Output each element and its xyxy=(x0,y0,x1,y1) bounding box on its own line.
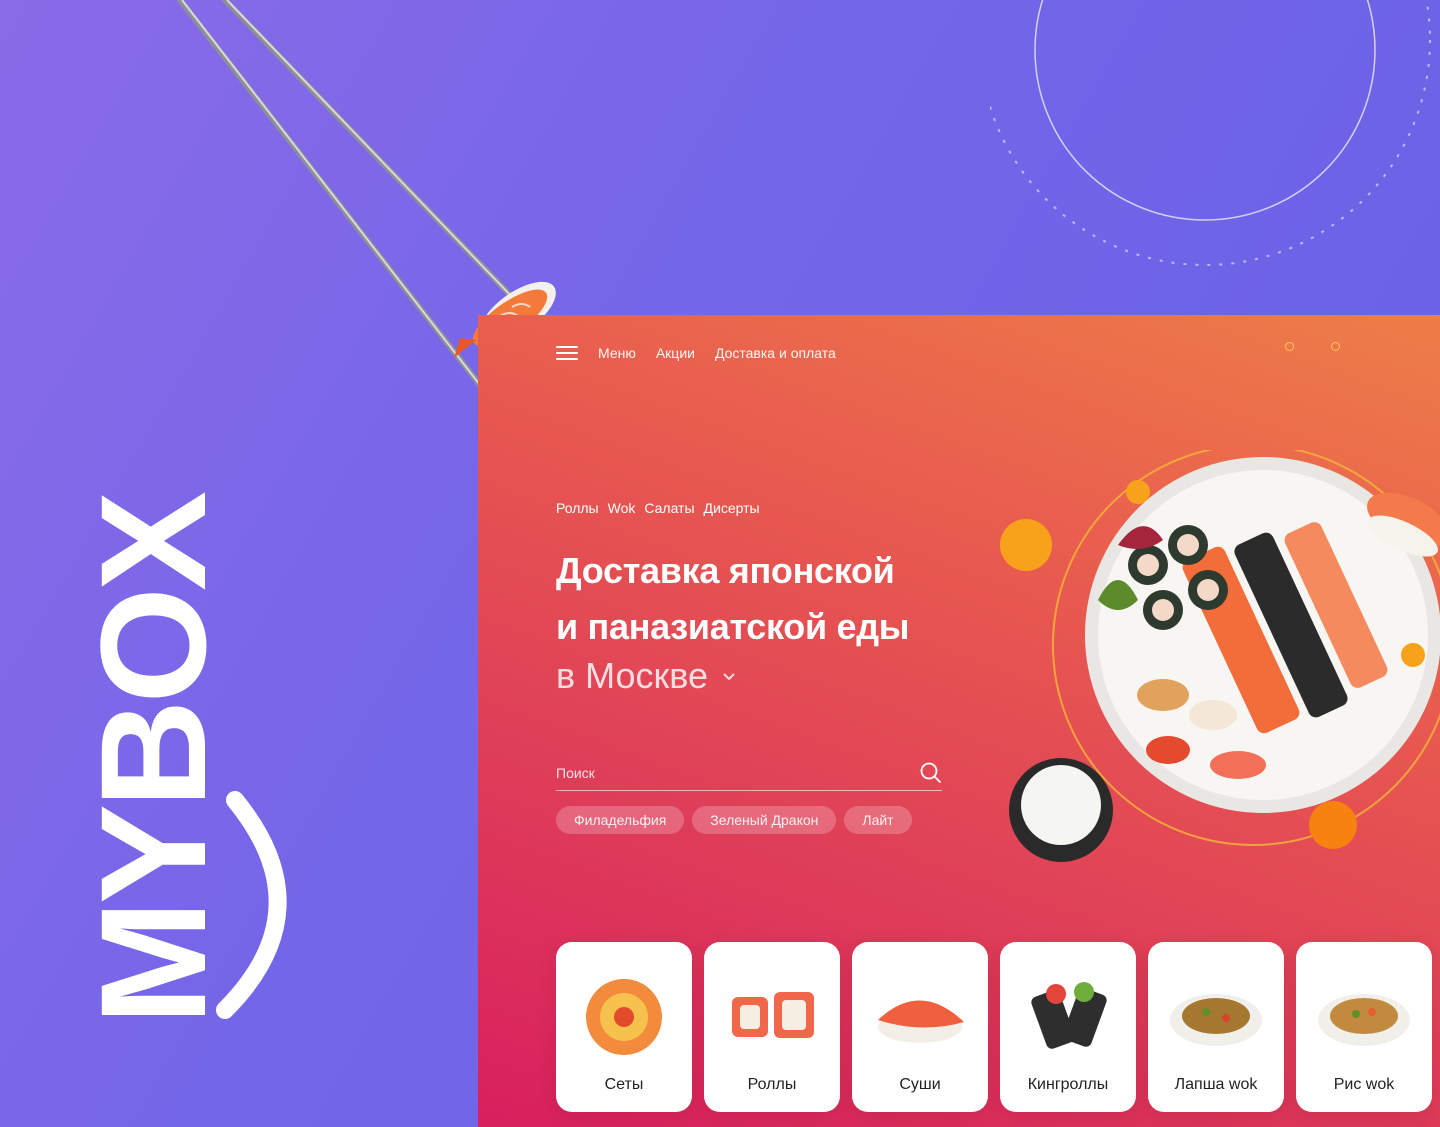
category-card-rolls[interactable]: Роллы xyxy=(704,942,840,1112)
nigiri-icon xyxy=(878,1000,964,1043)
category-card-rice-wok[interactable]: Рис wok xyxy=(1296,942,1432,1112)
category-card-sets[interactable]: Сеты xyxy=(556,942,692,1112)
category-link-rolls[interactable]: Роллы xyxy=(556,500,599,516)
search-bar xyxy=(556,755,942,791)
category-card-label: Рис wok xyxy=(1333,1076,1395,1093)
category-card-kingrolls[interactable]: Кингроллы xyxy=(1000,942,1136,1112)
category-card-label: Суши xyxy=(899,1076,941,1093)
nav-item-delivery[interactable]: Доставка и оплата xyxy=(715,345,836,361)
hamburger-menu-icon[interactable] xyxy=(556,346,578,360)
suggestion-chip[interactable]: Зеленый Дракон xyxy=(692,806,837,834)
category-card-label: Роллы xyxy=(747,1076,797,1093)
category-link-desserts[interactable]: Дисерты xyxy=(704,500,760,516)
category-links: Роллы Wok Салаты Дисерты xyxy=(556,500,760,516)
nav-item-promotions[interactable]: Акции xyxy=(656,345,695,361)
website-preview: Меню Акции Доставка и оплата Роллы Wok С… xyxy=(478,315,1440,1127)
hero-title-line-2: и паназиатской еды xyxy=(556,606,910,647)
sushi-set-icon xyxy=(586,979,662,1055)
mybox-logo: MYBOX xyxy=(69,492,287,1025)
hero-title-line-1: Доставка японской xyxy=(556,550,895,591)
suggestion-chip[interactable]: Лайт xyxy=(844,806,912,834)
search-suggestions: Филадельфия Зеленый Дракон Лайт xyxy=(556,806,912,834)
category-card-noodles[interactable]: Лапша wok xyxy=(1148,942,1284,1112)
category-card-label: Кингроллы xyxy=(1027,1076,1109,1093)
category-card-label: Сеты xyxy=(604,1076,644,1093)
decorative-dot-icon xyxy=(1285,342,1294,351)
king-roll-icon xyxy=(1031,982,1107,1049)
chevron-down-icon xyxy=(723,673,735,681)
category-cards: Сеты Роллы Суши Кингроллы Лапша wok Рис … xyxy=(556,942,1432,1112)
category-card-sushi[interactable]: Суши xyxy=(852,942,988,1112)
category-link-salads[interactable]: Салаты xyxy=(644,500,694,516)
search-input[interactable] xyxy=(556,764,886,781)
hero-title: Доставка японской и паназиатской еды xyxy=(556,543,910,655)
rolls-icon xyxy=(732,992,814,1038)
city-label: в Москве xyxy=(556,655,709,696)
top-nav: Меню Акции Доставка и оплата xyxy=(556,345,836,361)
category-card-label: Лапша wok xyxy=(1174,1076,1258,1093)
sushi-plate-image xyxy=(1000,450,1440,862)
category-link-wok[interactable]: Wok xyxy=(608,500,636,516)
decorative-dot-icon xyxy=(1331,342,1340,351)
search-icon[interactable] xyxy=(920,762,942,784)
rice-wok-icon xyxy=(1318,994,1410,1046)
nav-item-menu[interactable]: Меню xyxy=(598,345,636,361)
city-selector[interactable]: в Москве xyxy=(556,655,736,697)
svg-text:MYBOX: MYBOX xyxy=(69,492,237,1025)
decorative-circles xyxy=(990,0,1431,266)
suggestion-chip[interactable]: Филадельфия xyxy=(556,806,685,834)
noodles-icon xyxy=(1170,994,1262,1046)
